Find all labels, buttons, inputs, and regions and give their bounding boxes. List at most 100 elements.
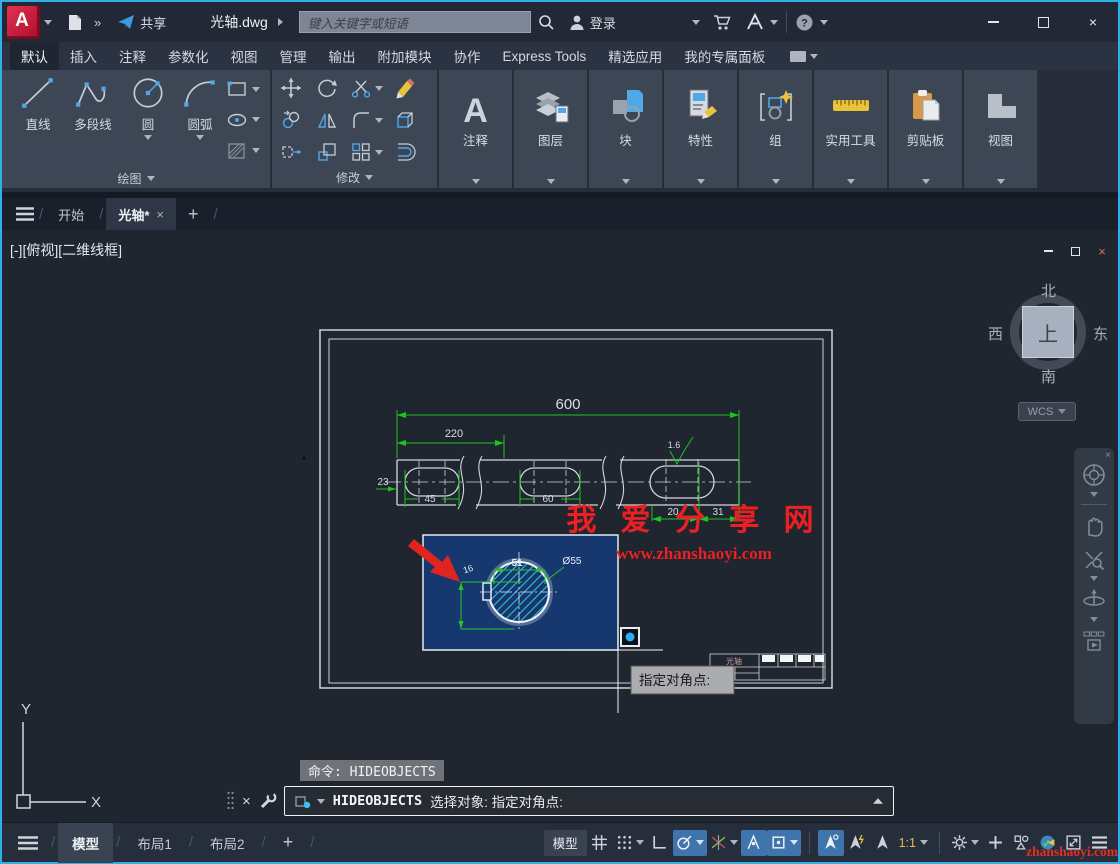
viewcube-west[interactable]: 西 <box>988 323 1003 344</box>
annotation-scale-button[interactable] <box>870 830 896 856</box>
nav-wheel-caret[interactable] <box>1090 492 1098 497</box>
filename-caret[interactable] <box>278 18 283 26</box>
ribbon-tab-featured[interactable]: 精选应用 <box>597 42 673 70</box>
model-space-button[interactable]: 模型 <box>544 830 587 856</box>
viewport-restore-icon[interactable] <box>1064 243 1086 259</box>
mirror-tool[interactable] <box>316 109 338 131</box>
draw-panel-footer[interactable]: 绘图 <box>2 169 270 188</box>
ribbon-tab-output[interactable]: 输出 <box>318 42 367 70</box>
cart-icon[interactable] <box>713 13 732 31</box>
search-icon[interactable] <box>538 14 555 31</box>
workspace-switcher[interactable] <box>948 830 982 856</box>
layout1-tab[interactable]: 布局1 <box>123 823 186 863</box>
file-tab-drawing[interactable]: 光轴* × <box>106 198 176 230</box>
help-icon[interactable]: ? <box>795 13 814 32</box>
rotate-tool[interactable] <box>316 77 338 99</box>
properties-panel[interactable]: 特性 <box>664 70 737 188</box>
help-caret[interactable] <box>820 20 828 25</box>
viewport-close-icon[interactable]: × <box>1091 243 1113 259</box>
expand-quick-access-icon[interactable]: » <box>94 15 101 30</box>
fillet-tool[interactable] <box>350 109 383 131</box>
scale-tool[interactable] <box>316 141 338 163</box>
orbit-caret[interactable] <box>1090 617 1098 622</box>
tab-close-icon[interactable]: × <box>156 207 164 222</box>
view-panel[interactable]: 视图 <box>964 70 1037 188</box>
selection-grip[interactable] <box>621 628 639 646</box>
arc-tool[interactable]: 圆弧 <box>174 70 226 140</box>
clean-screen-button[interactable] <box>1060 830 1086 856</box>
model-tab[interactable]: 模型 <box>58 823 113 863</box>
scale-dropdown[interactable]: 1:1 <box>896 830 931 856</box>
block-panel[interactable]: 块 <box>589 70 662 188</box>
command-expand-icon[interactable] <box>873 798 883 803</box>
customize-button[interactable] <box>982 830 1008 856</box>
orbit-icon[interactable] <box>1081 587 1107 613</box>
circle-caret[interactable] <box>144 135 152 140</box>
pan-hand-icon[interactable] <box>1082 512 1106 538</box>
navbar-close-icon[interactable]: × <box>1105 450 1111 461</box>
hatch-tool[interactable] <box>226 136 260 166</box>
group-panel[interactable]: 组 <box>739 70 812 188</box>
app-logo[interactable]: A <box>7 6 40 39</box>
command-close-icon[interactable]: × <box>242 793 251 810</box>
zoom-icon[interactable] <box>1082 548 1106 572</box>
app-menu-caret[interactable] <box>44 20 52 25</box>
ribbon-tab-mypanel[interactable]: 我的专属面板 <box>673 42 776 70</box>
trim-tool[interactable] <box>350 77 383 99</box>
command-input[interactable]: HIDEOBJECTS 选择对象: 指定对角点: <box>284 786 894 816</box>
drawing-canvas[interactable]: 600 220 23 45 60 20 31 1.6 <box>2 230 1118 822</box>
modify-panel-footer[interactable]: 修改 <box>272 168 437 187</box>
grid-toggle[interactable] <box>587 830 613 856</box>
clipboard-panel[interactable]: 剪贴板 <box>889 70 962 188</box>
ortho-toggle[interactable] <box>647 830 673 856</box>
ribbon-tab-annotate[interactable]: 注释 <box>108 42 157 70</box>
file-tab-menu-icon[interactable] <box>14 206 36 222</box>
utilities-panel[interactable]: 实用工具 <box>814 70 887 188</box>
layout2-tab[interactable]: 布局2 <box>196 823 259 863</box>
search-input[interactable]: 键入关键字或短语 <box>299 11 531 33</box>
explode-tool[interactable] <box>394 109 416 131</box>
new-layout-button[interactable]: + <box>269 823 308 863</box>
annotate-panel[interactable]: A 注释 <box>439 70 512 188</box>
ribbon-tab-express[interactable]: Express Tools <box>492 42 598 70</box>
ribbon-tab-addins[interactable]: 附加模块 <box>367 42 443 70</box>
command-badge-icon[interactable] <box>295 793 312 810</box>
show-motion-icon[interactable] <box>1081 628 1107 654</box>
wcs-dropdown[interactable]: WCS <box>1018 402 1076 421</box>
minimize-button[interactable] <box>968 2 1018 42</box>
polar-tracking-toggle[interactable] <box>673 830 707 856</box>
erase-tool[interactable] <box>394 77 416 99</box>
rectangle-tool[interactable] <box>226 74 260 104</box>
command-wrench-icon[interactable] <box>258 792 277 811</box>
command-drag-handle[interactable] <box>226 790 235 812</box>
viewport-label[interactable]: [-][俯视][二维线框] <box>10 240 122 260</box>
stretch-tool[interactable] <box>280 141 302 163</box>
zoom-caret[interactable] <box>1090 576 1098 581</box>
annotation-autoscale-toggle[interactable] <box>844 830 870 856</box>
line-tool[interactable]: 直线 <box>12 70 64 133</box>
ribbon-display-toggle[interactable] <box>790 42 818 70</box>
ribbon-tab-collaborate[interactable]: 协作 <box>443 42 492 70</box>
ribbon-tab-manage[interactable]: 管理 <box>269 42 318 70</box>
snap-toggle[interactable] <box>613 830 647 856</box>
file-tab-start[interactable]: 开始 <box>46 198 96 230</box>
osnap-tracking-toggle[interactable] <box>741 830 767 856</box>
isolate-objects-button[interactable] <box>1008 830 1034 856</box>
isodraft-toggle[interactable] <box>707 830 741 856</box>
annotation-visibility-toggle[interactable] <box>818 830 844 856</box>
array-tool[interactable] <box>350 141 383 163</box>
command-badge-caret[interactable] <box>317 799 325 804</box>
autodesk-caret[interactable] <box>770 20 778 25</box>
viewcube-south[interactable]: 南 <box>1041 366 1056 387</box>
ribbon-tab-insert[interactable]: 插入 <box>59 42 108 70</box>
ellipse-tool[interactable] <box>226 105 260 135</box>
new-file-button[interactable] <box>66 13 84 31</box>
offset-tool[interactable] <box>394 141 416 163</box>
ribbon-tab-parametric[interactable]: 参数化 <box>157 42 220 70</box>
layers-panel[interactable]: 图层 <box>514 70 587 188</box>
viewcube-north[interactable]: 北 <box>1041 280 1056 301</box>
polyline-tool[interactable]: 多段线 <box>64 70 122 133</box>
hardware-acceleration-button[interactable] <box>1034 830 1060 856</box>
ribbon-tab-view[interactable]: 视图 <box>220 42 269 70</box>
navigation-bar[interactable]: × <box>1074 448 1114 724</box>
